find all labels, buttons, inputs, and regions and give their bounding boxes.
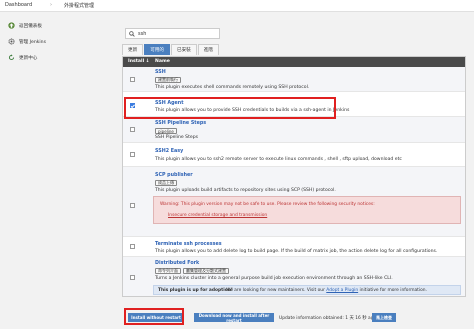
plugin-search-box [125,28,220,39]
plugin-name-link[interactable]: SCP publisher [155,173,193,178]
plugin-description: This plugin executes shell commands remo… [155,85,310,90]
security-notice-link[interactable]: Insecure credential storage and transmis… [168,213,267,218]
table-row: SCP publisher 成品上傳 This plugin uploads b… [123,167,465,237]
plugin-name-link[interactable]: SSH [155,70,166,75]
highlight-ssh-agent [124,97,336,119]
check-now-button[interactable]: 馬上檢查 [372,313,396,322]
sidebar-item-manage-jenkins[interactable]: 管理 Jenkins [8,38,46,45]
breadcrumb-separator: › [50,2,52,8]
tab-updates[interactable]: 更新 [122,44,144,55]
sidebar-item-back-dashboard[interactable]: 返回儀表板 [8,22,42,29]
table-row: Distributed Fork 命令列介面 叢集管理及分散式建置 Turns … [123,257,465,296]
category-tag[interactable]: pipeline [155,128,177,134]
install-checkbox[interactable] [130,152,135,157]
install-checkbox[interactable] [130,127,135,132]
top-bar: Dashboard › 外掛程式管理 [0,0,474,12]
plugin-description: This plugin uploads build artifacts to r… [155,188,336,193]
adopt-plugin-link[interactable]: Adopt a Plugin [326,288,358,293]
adoption-title: This plugin is up for adoption! [158,288,233,293]
category-tag[interactable]: 叢集管理及分散式建置 [183,268,229,274]
table-row: SSH 建置前執行 This plugin executes shell com… [123,67,465,92]
sidebar-item-label: 更新中心 [19,55,38,61]
adoption-text-before: We are looking for new maintainers. Visi… [226,288,327,293]
sidebar-item-label: 管理 Jenkins [19,39,46,45]
gear-icon [8,38,15,45]
adoption-text: We are looking for new maintainers. Visi… [226,288,427,293]
category-tag[interactable]: 成品上傳 [155,180,177,186]
table-row: Terminate ssh processes This plugin allo… [123,237,465,257]
plugin-description: This plugin allows you to ssh2 remote se… [155,157,402,162]
adoption-notice: This plugin is up for adoption! We are l… [153,285,461,295]
search-input[interactable] [138,30,218,37]
plugin-name-link[interactable]: Distributed Fork [155,261,199,266]
category-tag[interactable]: 命令列介面 [155,268,181,274]
table-row: SSH Pipeline Steps pipeline SSH Pipeline… [123,117,465,143]
plugin-description: SSH Pipeline Steps [155,135,199,140]
plugin-description: This plugin allows you to add delete log… [155,249,438,254]
update-info-text: Update information obtained: 1 天 16 秒 ag… [279,316,377,321]
category-tag[interactable]: 建置前執行 [155,77,181,83]
plugin-table: Install ↓ Name SSH 建置前執行 This plugin exe… [122,56,466,297]
plugin-name-link[interactable]: SSH Pipeline Steps [155,121,206,126]
sidebar-item-label: 返回儀表板 [19,23,42,29]
breadcrumb-current[interactable]: 外掛程式管理 [64,2,94,9]
adoption-text-after: initiative for more information. [358,288,427,293]
tab-advanced[interactable]: 進階 [197,44,219,55]
install-checkbox[interactable] [130,203,135,208]
column-header-install[interactable]: Install ↓ [128,59,150,64]
column-header-name[interactable]: Name [155,59,170,64]
install-checkbox[interactable] [130,244,135,249]
plugin-description: Turns a Jenkins cluster into a general p… [155,276,393,281]
breadcrumb-dashboard[interactable]: Dashboard [5,2,32,8]
tab-available[interactable]: 可用的 [144,44,170,55]
tab-installed[interactable]: 已安裝 [171,44,197,55]
refresh-icon [8,54,15,61]
download-install-after-restart-button[interactable]: Download now and install after restart [194,313,274,323]
table-row: SSH2 Easy This plugin allows you to ssh2… [123,143,465,167]
sidebar: 返回儀表板 管理 Jenkins 更新中心 [0,12,118,329]
warning-text: Warning: This plugin version may not be … [160,202,375,207]
search-icon [129,30,135,37]
security-warning: Warning: This plugin version may not be … [153,196,461,224]
arrow-up-icon [8,22,15,29]
install-checkbox[interactable] [130,275,135,280]
highlight-install-button [124,308,184,325]
install-checkbox[interactable] [130,77,135,82]
table-header: Install ↓ Name [123,57,465,67]
tab-bar: 更新 可用的 已安裝 進階 [122,44,220,55]
sidebar-item-update-center[interactable]: 更新中心 [8,54,37,61]
plugin-name-link[interactable]: SSH2 Easy [155,149,183,154]
plugin-name-link[interactable]: Terminate ssh processes [155,242,222,247]
